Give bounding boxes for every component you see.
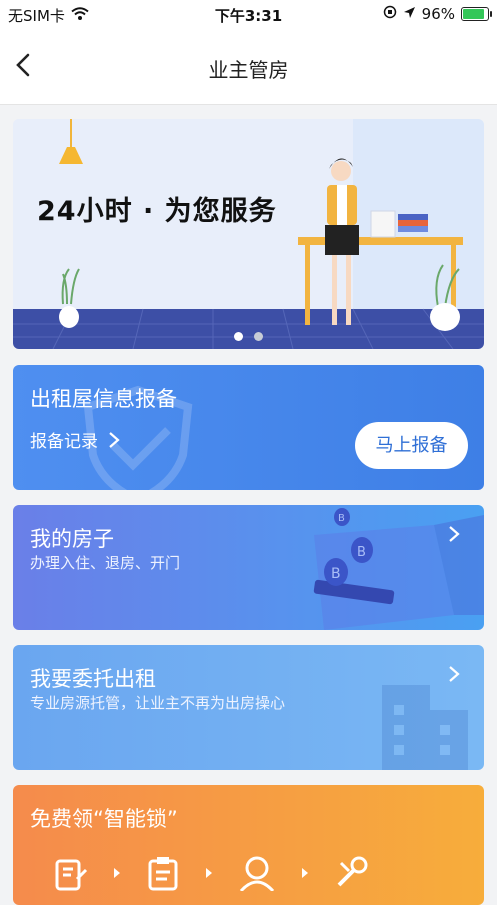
- carousel-dots: [13, 326, 484, 345]
- clipboard-icon: [148, 857, 178, 891]
- rental-report-title: 出租屋信息报备: [30, 387, 177, 411]
- nav-bar: 业主管房: [0, 30, 497, 105]
- banner-illustration: [13, 119, 484, 349]
- chevron-right-icon[interactable]: [448, 525, 460, 543]
- chevron-right-icon[interactable]: [448, 665, 460, 683]
- svg-text:B: B: [338, 513, 345, 524]
- edit-form-icon: [55, 859, 88, 891]
- svg-text:B: B: [357, 545, 366, 560]
- smart-lock-steps: [53, 855, 369, 891]
- my-house-card[interactable]: B B B 我的房子 办理入住、退房、开门: [13, 505, 484, 630]
- building-icon: [382, 685, 468, 770]
- report-now-button[interactable]: 马上报备: [355, 422, 468, 469]
- coin-wallet-illustration: B B B: [313, 508, 484, 630]
- battery-icon: [461, 7, 492, 21]
- banner-slogan: 24小时 · 为您服务: [37, 196, 277, 227]
- wrench-icon: [337, 856, 368, 887]
- service-banner[interactable]: 24小时 · 为您服务: [13, 119, 484, 349]
- my-house-subtitle: 办理入住、退房、开门: [30, 554, 181, 572]
- entrust-rent-card[interactable]: 我要委托出租 专业房源托管，让业主不再为出房操心: [13, 645, 484, 770]
- battery-percent: 96%: [421, 5, 455, 23]
- page-title: 业主管房: [208, 58, 289, 82]
- location-icon: [403, 5, 416, 23]
- smart-lock-title: 免费领“智能锁”: [30, 807, 178, 831]
- carousel-dot-1[interactable]: [233, 332, 243, 341]
- svg-text:B: B: [331, 566, 341, 582]
- report-records-label: 报备记录: [30, 432, 98, 452]
- battery-fill: [463, 9, 484, 19]
- status-right: 96%: [383, 5, 492, 23]
- status-bar: 无SIM卡 下午3:31 96%: [0, 0, 497, 30]
- chevron-right-icon: [109, 431, 120, 448]
- entrust-rent-subtitle: 专业房源托管，让业主不再为出房操心: [30, 694, 286, 712]
- rental-report-card[interactable]: 出租屋信息报备 报备记录 马上报备: [13, 365, 484, 490]
- arrow-right-icon: [302, 868, 308, 878]
- carousel-dot-2[interactable]: [254, 332, 264, 341]
- smart-lock-card[interactable]: 免费领“智能锁”: [13, 785, 484, 905]
- orientation-lock-icon: [383, 5, 397, 23]
- entrust-rent-title: 我要委托出租: [30, 667, 156, 691]
- my-house-title: 我的房子: [30, 527, 114, 551]
- user-icon: [239, 856, 275, 891]
- arrow-right-icon: [206, 868, 212, 878]
- report-records-link[interactable]: 报备记录: [30, 427, 120, 452]
- arrow-right-icon: [114, 868, 120, 878]
